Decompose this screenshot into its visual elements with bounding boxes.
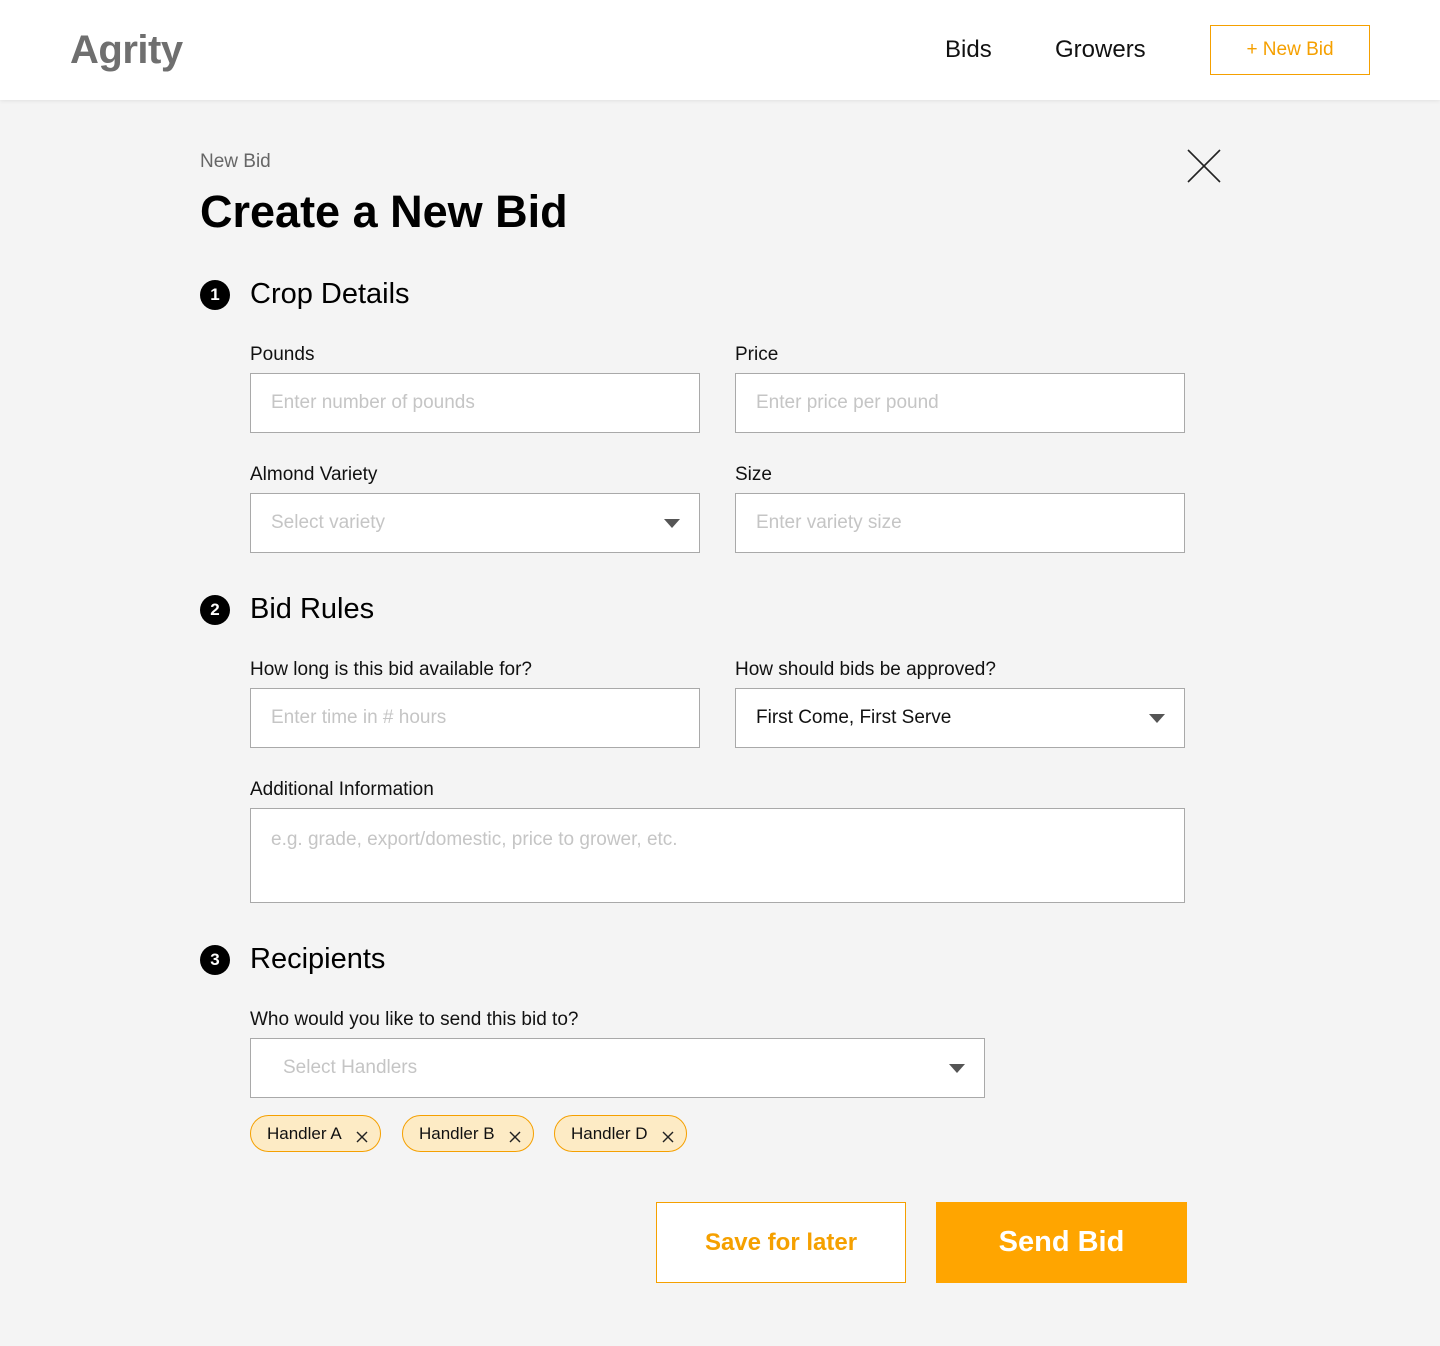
send-bid-button[interactable]: Send Bid bbox=[936, 1202, 1187, 1283]
almond-variety-placeholder: Select variety bbox=[271, 512, 386, 533]
handler-chip: Handler D bbox=[554, 1115, 687, 1152]
duration-hours-input[interactable] bbox=[250, 688, 700, 748]
nav-link-growers[interactable]: Growers bbox=[1055, 36, 1146, 64]
size-label: Size bbox=[735, 464, 772, 485]
top-navigation-bar: Agrity Bids Growers + New Bid bbox=[0, 0, 1440, 100]
new-bid-button[interactable]: + New Bid bbox=[1210, 25, 1370, 75]
duration-label: How long is this bid available for? bbox=[250, 659, 532, 680]
page-title: Create a New Bid bbox=[200, 186, 568, 237]
save-for-later-button[interactable]: Save for later bbox=[656, 1202, 906, 1283]
close-icon[interactable] bbox=[1186, 148, 1222, 184]
handlers-placeholder: Select Handlers bbox=[283, 1057, 418, 1078]
handler-chip-label: Handler D bbox=[571, 1123, 648, 1143]
nav-link-bids[interactable]: Bids bbox=[945, 36, 992, 64]
price-input[interactable] bbox=[735, 373, 1185, 433]
pounds-label: Pounds bbox=[250, 344, 315, 365]
handler-chip: Handler A bbox=[250, 1115, 381, 1152]
price-label: Price bbox=[735, 344, 779, 365]
chevron-down-icon bbox=[949, 1064, 965, 1073]
handler-chip-label: Handler B bbox=[419, 1123, 495, 1143]
section-title-recipients: Recipients bbox=[250, 943, 386, 975]
approval-label: How should bids be approved? bbox=[735, 659, 996, 680]
handler-chip: Handler B bbox=[402, 1115, 534, 1152]
chevron-down-icon bbox=[664, 519, 680, 528]
remove-chip-close-icon[interactable] bbox=[662, 1128, 674, 1142]
remove-chip-close-icon[interactable] bbox=[356, 1128, 368, 1142]
step-number-1: 1 bbox=[200, 280, 230, 310]
pounds-input[interactable] bbox=[250, 373, 700, 433]
agrity-logo[interactable]: Agrity bbox=[70, 28, 183, 73]
approval-method-select[interactable]: First Come, First Serve bbox=[735, 688, 1185, 748]
section-title-crop-details: Crop Details bbox=[250, 278, 410, 310]
additional-info-label: Additional Information bbox=[250, 779, 434, 800]
remove-chip-close-icon[interactable] bbox=[509, 1128, 521, 1142]
size-input[interactable] bbox=[735, 493, 1185, 553]
recipients-label: Who would you like to send this bid to? bbox=[250, 1009, 579, 1030]
step-number-3: 3 bbox=[200, 945, 230, 975]
additional-info-textarea[interactable] bbox=[250, 808, 1185, 903]
chevron-down-icon bbox=[1149, 714, 1165, 723]
handlers-select[interactable]: Select Handlers bbox=[250, 1038, 985, 1098]
almond-variety-select[interactable]: Select variety bbox=[250, 493, 700, 553]
step-number-2: 2 bbox=[200, 595, 230, 625]
approval-method-value: First Come, First Serve bbox=[756, 707, 952, 728]
breadcrumb: New Bid bbox=[200, 151, 271, 172]
almond-variety-label: Almond Variety bbox=[250, 464, 378, 485]
handler-chip-label: Handler A bbox=[267, 1123, 342, 1143]
section-title-bid-rules: Bid Rules bbox=[250, 593, 375, 625]
